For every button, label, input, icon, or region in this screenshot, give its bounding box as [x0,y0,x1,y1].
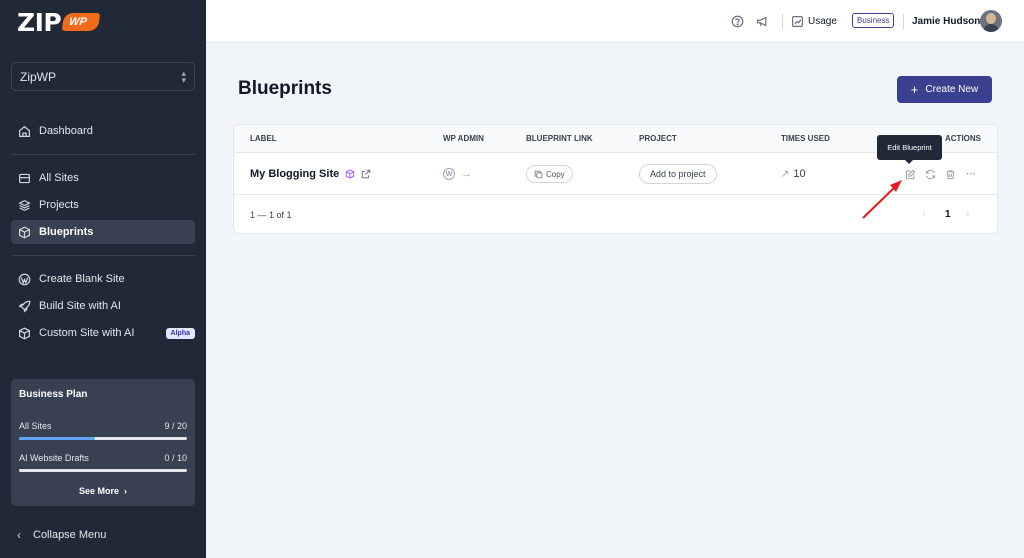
sidebar-item-label: Create Blank Site [39,273,125,285]
sidebar-item-label: Custom Site with AI [39,327,135,339]
chart-icon[interactable] [789,13,805,29]
copy-icon [534,170,543,178]
blueprint-label-text: My Blogging Site [250,168,340,180]
plan-usage-label: All Sites [19,421,52,431]
wordpress-icon [17,272,31,286]
sidebar-item-dashboard[interactable]: Dashboard [11,119,195,143]
sidebar-item-all-sites[interactable]: All Sites [11,166,195,190]
times-used-value: 10 [793,168,806,180]
topbar-divider [903,14,904,29]
page-number[interactable]: 1 [945,209,951,220]
cube-icon [346,169,355,179]
workspace-name: ZipWP [20,69,56,84]
layout-icon [17,171,31,185]
sidebar-item-label: Blueprints [39,226,94,238]
plan-usage-label: AI Website Drafts [19,453,89,463]
copy-label: Copy [546,169,565,179]
logo-badge: WP [62,13,101,31]
column-header: LABEL [250,134,277,143]
column-header: TIMES USED [781,134,830,143]
column-header: ACTIONS [945,134,981,143]
avatar[interactable] [980,10,1002,32]
see-more-label: See More [78,486,119,496]
plan-usage-row: All Sites 9 / 20 [19,421,187,431]
avatar-body [983,24,999,32]
cube-icon [17,225,31,239]
chevron-up-down-icon: ▴ ▾ [181,67,186,85]
pagination-summary: 1 — 1 of 1 [250,210,292,220]
sidebar-item-label: All Sites [39,172,79,184]
sidebar: ZIP WP ZipWP ▴ ▾ Dashboard All Sites Proj… [0,0,206,558]
cube-icon [17,326,31,340]
user-name[interactable]: Jamie Hudson [912,16,980,27]
sidebar-item-build-site-ai[interactable]: Build Site with AI [11,294,195,318]
sidebar-item-custom-site-ai[interactable]: Custom Site with AI Alpha [11,321,195,345]
chevron-left-icon: ‹ [17,528,21,542]
alpha-badge: Alpha [165,327,195,339]
rocket-icon [17,299,31,313]
add-to-project-button[interactable]: Add to project [639,164,717,184]
usage-link[interactable]: Usage [808,16,837,27]
avatar-head [986,13,996,24]
chevron-right-icon: › [121,486,128,496]
sidebar-item-label: Dashboard [39,125,93,137]
wp-admin-link[interactable]: W → [443,168,472,180]
topbar-divider [782,14,783,29]
wordpress-icon: W [443,168,455,180]
layers-icon [17,198,31,212]
logo-text: ZIP [17,7,62,37]
plan-progress-fill [19,437,95,440]
more-icon[interactable]: ··· [965,168,977,180]
see-more-link[interactable]: See More › [11,486,195,496]
times-used: ↗ 10 [781,168,806,180]
sidebar-item-label: Projects [39,199,79,211]
collapse-menu-label: Collapse Menu [33,529,107,541]
copy-link-button[interactable]: Copy [526,165,573,183]
plan-progress-bar [19,469,187,472]
column-header: BLUEPRINT LINK [526,134,593,143]
sidebar-item-projects[interactable]: Projects [11,193,195,217]
refresh-icon[interactable] [924,168,936,180]
trash-icon[interactable] [944,168,956,180]
sidebar-item-blueprints[interactable]: Blueprints [11,220,195,244]
sidebar-divider [11,255,195,256]
home-icon [17,124,31,138]
top-bar: Usage Business Jamie Hudson [206,0,1024,43]
plan-usage-value: 0 / 10 [164,453,187,463]
blueprint-label[interactable]: My Blogging Site [250,168,371,180]
column-header: WP ADMIN [443,134,484,143]
workspace-selector[interactable]: ZipWP ▴ ▾ [11,62,195,91]
trending-up-icon: ↗ [781,168,790,180]
sidebar-divider [11,154,195,155]
plan-usage-row: AI Website Drafts 0 / 10 [19,453,187,463]
annotation-arrow-icon [862,180,902,219]
page-title: Blueprints [238,78,332,99]
plan-usage-value: 9 / 20 [164,421,187,431]
collapse-menu-button[interactable]: ‹ Collapse Menu [17,528,106,542]
chevron-right-icon[interactable]: › [966,208,970,220]
zipwp-logo[interactable]: ZIP WP [17,7,101,37]
plan-card: Business Plan All Sites 9 / 20 AI Websit… [11,379,195,506]
plan-badge: Business [852,13,895,28]
sidebar-item-label: Build Site with AI [39,300,121,312]
arrow-right-icon: → [461,168,472,180]
external-link-icon[interactable] [361,169,371,179]
megaphone-icon[interactable] [754,13,770,29]
create-new-label: Create New [925,84,979,95]
plan-progress-bar [19,437,187,440]
sidebar-item-create-blank-site[interactable]: Create Blank Site [11,267,195,291]
help-icon[interactable] [729,13,745,29]
chevron-left-icon[interactable]: ‹ [922,208,926,220]
plus-icon: + [910,82,919,97]
edit-blueprint-tooltip: Edit Blueprint [877,135,942,164]
column-header: PROJECT [639,134,677,143]
create-new-button[interactable]: + Create New [897,76,992,103]
plan-title: Business Plan [19,389,88,400]
